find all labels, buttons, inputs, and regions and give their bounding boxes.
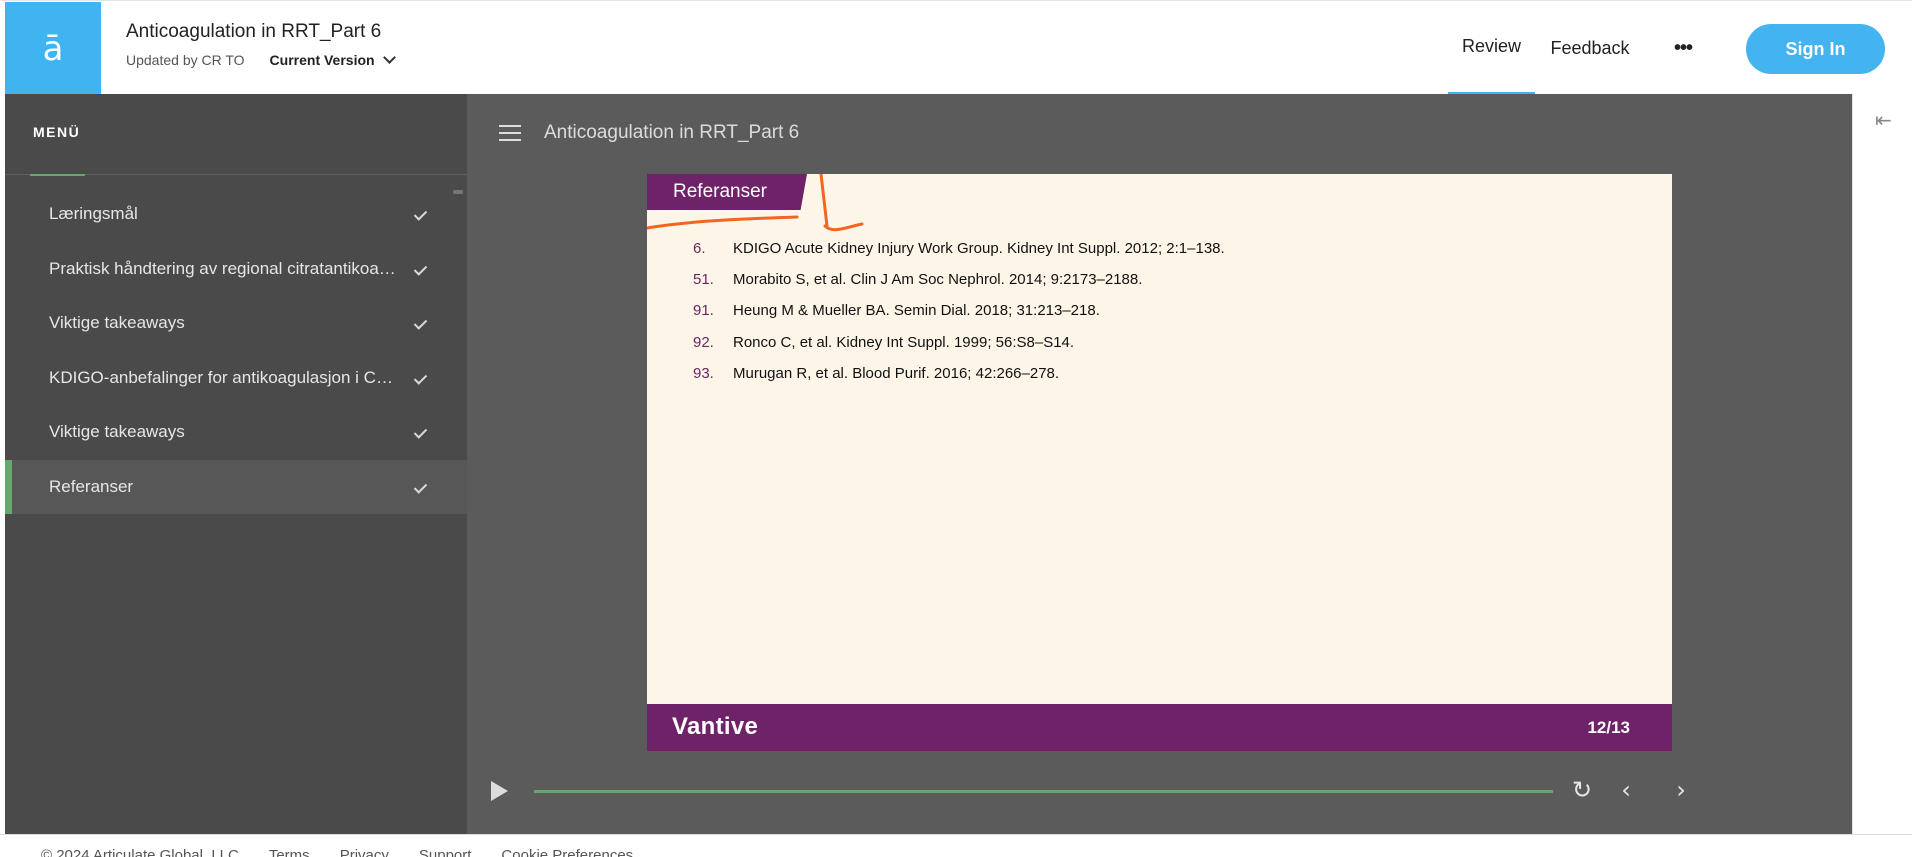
brand-logo: Vantive xyxy=(672,713,759,740)
lesson-title: Anticoagulation in RRT_Part 6 xyxy=(544,122,800,143)
footer-link-support[interactable]: Support xyxy=(419,847,472,857)
check-icon xyxy=(413,316,428,330)
slide-footer: Vantive 12/13 xyxy=(647,704,1672,751)
logo-icon[interactable]: ā xyxy=(5,2,101,95)
check-icon xyxy=(413,207,428,221)
sidebar-item-praktisk-handtering[interactable]: Praktisk håndtering av regional citratan… xyxy=(5,242,467,297)
sidebar-item-label: KDIGO-anbefalinger for antikoagulasjon i… xyxy=(49,367,399,387)
check-icon xyxy=(413,479,428,494)
sign-in-button[interactable]: Sign In xyxy=(1746,24,1885,74)
play-icon[interactable] xyxy=(491,781,508,801)
meta-row: Updated by CR TO Current Version xyxy=(126,51,396,68)
sidebar-item-viktige-takeaways-2[interactable]: Viktige takeaways xyxy=(5,405,467,460)
next-icon[interactable]: › xyxy=(1667,776,1695,804)
sidebar-item-kdigo-anbefalinger[interactable]: KDIGO-anbefalinger for antikoagulasjon i… xyxy=(5,351,467,406)
updated-by-text: Updated by CR TO xyxy=(126,52,245,68)
reference-item: 6. KDIGO Acute Kidney Injury Work Group.… xyxy=(693,233,1225,264)
page-title: Anticoagulation in RRT_Part 6 xyxy=(126,21,382,42)
menu-toggle-icon[interactable] xyxy=(499,125,521,141)
check-icon xyxy=(413,425,428,439)
more-options-icon[interactable]: ••• xyxy=(1663,31,1703,65)
reference-number: 92. xyxy=(693,333,714,351)
slide-canvas: Referanser 6. KDIGO Acute Kidney Injury … xyxy=(647,174,1672,751)
slide-page-number: 12/13 xyxy=(1587,718,1630,737)
slide-title-tab: Referanser xyxy=(647,174,807,210)
replay-icon[interactable]: ↻ xyxy=(1568,776,1596,804)
reference-text: Heung M & Mueller BA. Semin Dial. 2018; … xyxy=(733,302,1100,320)
reference-number: 93. xyxy=(693,364,714,382)
title-block: Anticoagulation in RRT_Part 6 Updated by… xyxy=(126,21,396,68)
playback-controls: ↻ ‹ › xyxy=(467,770,1852,810)
check-icon xyxy=(413,261,428,276)
sidebar-item-laeringsmal[interactable]: Læringsmål xyxy=(5,187,467,242)
right-rail: ⇤ xyxy=(1852,94,1912,834)
menu-heading-underline xyxy=(30,174,85,176)
reference-item: 91. Heung M & Mueller BA. Semin Dial. 20… xyxy=(693,295,1225,326)
footer-row: © 2024 Articulate Global, LLC Terms Priv… xyxy=(41,847,663,857)
menu-list: Læringsmål Praktisk håndtering av region… xyxy=(5,187,467,514)
sidebar-item-label: Praktisk håndtering av regional citratan… xyxy=(49,258,399,278)
sidebar-item-viktige-takeaways-1[interactable]: Viktige takeaways xyxy=(5,296,467,351)
tab-feedback[interactable]: Feedback xyxy=(1550,1,1630,95)
reference-item: 51. Morabito S, et al. Clin J Am Soc Nep… xyxy=(693,264,1225,295)
sidebar-item-label: Viktige takeaways xyxy=(49,313,185,333)
reference-number: 91. xyxy=(693,302,714,320)
sidebar-item-label: Referanser xyxy=(49,476,134,496)
progress-bar[interactable] xyxy=(534,790,1553,793)
reference-text: Murugan R, et al. Blood Purif. 2016; 42:… xyxy=(733,364,1060,382)
sidebar-item-label: Viktige takeaways xyxy=(49,422,185,442)
footer-link-terms[interactable]: Terms xyxy=(269,847,310,857)
app-root: ā Anticoagulation in RRT_Part 6 Updated … xyxy=(0,0,1912,857)
collapse-panel-icon[interactable]: ⇤ xyxy=(1875,108,1892,132)
sidebar-item-referanser[interactable]: Referanser xyxy=(5,459,467,514)
sidebar-menu: MENÜ Læringsmål Praktisk håndtering av r… xyxy=(5,94,467,834)
reference-text: Ronco C, et al. Kidney Int Suppl. 1999; … xyxy=(733,333,1075,351)
reference-item: 92. Ronco C, et al. Kidney Int Suppl. 19… xyxy=(693,327,1225,358)
footer-link-cookies[interactable]: Cookie Preferences xyxy=(501,847,633,857)
version-label: Current Version xyxy=(269,52,375,68)
previous-icon[interactable]: ‹ xyxy=(1612,776,1640,804)
page-footer: © 2024 Articulate Global, LLC Terms Priv… xyxy=(0,834,1912,857)
footer-link-privacy[interactable]: Privacy xyxy=(340,847,389,857)
version-dropdown[interactable]: Current Version xyxy=(269,51,396,68)
check-icon xyxy=(413,370,428,385)
top-bar: ā Anticoagulation in RRT_Part 6 Updated … xyxy=(0,0,1912,95)
reference-number: 6. xyxy=(693,240,706,258)
chevron-down-icon xyxy=(382,51,396,64)
sidebar-item-label: Læringsmål xyxy=(49,204,138,224)
menu-heading: MENÜ xyxy=(33,124,81,140)
reference-item: 93. Murugan R, et al. Blood Purif. 2016;… xyxy=(693,358,1225,389)
copyright-text: © 2024 Articulate Global, LLC xyxy=(41,847,239,857)
reference-number: 51. xyxy=(693,271,714,289)
reference-list: 6. KDIGO Acute Kidney Injury Work Group.… xyxy=(693,233,1225,389)
player-area: Anticoagulation in RRT_Part 6 Referanser… xyxy=(467,94,1852,834)
reference-text: Morabito S, et al. Clin J Am Soc Nephrol… xyxy=(733,271,1143,289)
tab-review[interactable]: Review xyxy=(1448,1,1535,95)
reference-text: KDIGO Acute Kidney Injury Work Group. Ki… xyxy=(733,240,1225,258)
